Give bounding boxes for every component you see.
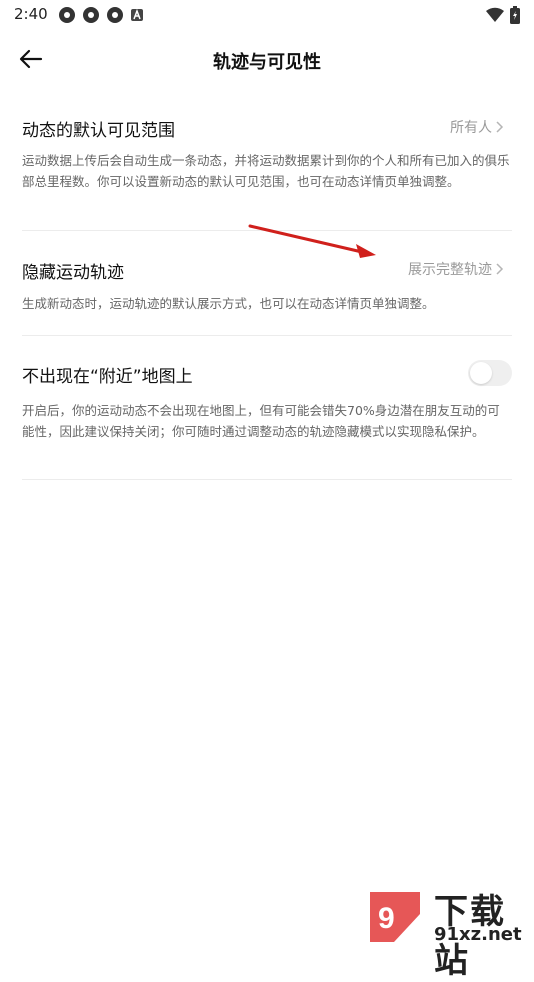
divider — [22, 335, 512, 336]
hide-track-value: 展示完整轨迹 — [408, 262, 492, 278]
nearby-map-toggle[interactable] — [468, 360, 512, 386]
divider — [22, 479, 512, 480]
wifi-icon — [486, 7, 504, 23]
app-notification-icon — [59, 7, 75, 23]
watermark-logo: 9 下载站 91xz.net — [360, 884, 534, 981]
status-time: 2:40 — [14, 5, 48, 23]
app-notification-icon — [107, 7, 123, 23]
app-notification-icon — [83, 7, 99, 23]
section-nearby-map: 不出现在“附近”地图上 开启后，你的运动动态不会出现在地图上，但有可能会错失70… — [22, 360, 512, 480]
chevron-right-icon — [496, 121, 504, 133]
battery-icon — [510, 6, 520, 24]
hide-track-title: 隐藏运动轨迹 — [22, 263, 124, 283]
hide-track-selector[interactable]: 展示完整轨迹 — [408, 259, 504, 279]
a-box-icon — [131, 8, 143, 21]
notification-icons — [58, 6, 144, 24]
app-bar: 轨迹与可见性 — [0, 40, 534, 80]
default-visibility-title: 动态的默认可见范围 — [22, 121, 175, 141]
chevron-right-icon — [496, 263, 504, 275]
default-visibility-description: 运动数据上传后会自动生成一条动态，并将运动数据累计到你的个人和所有已加入的俱乐部… — [22, 153, 510, 189]
annotation-arrow-icon — [248, 224, 376, 258]
default-visibility-value: 所有人 — [450, 120, 492, 136]
hide-track-description: 生成新动态时，运动轨迹的默认展示方式，也可以在动态详情页单独调整。 — [22, 296, 435, 311]
watermark-line2: 91xz.net — [434, 924, 522, 945]
nearby-map-description: 开启后，你的运动动态不会出现在地图上，但有可能会错失70%身边潜在朋友互动的可能… — [22, 403, 500, 439]
page-title: 轨迹与可见性 — [213, 52, 321, 73]
default-visibility-selector[interactable]: 所有人 — [450, 117, 504, 137]
nearby-map-title: 不出现在“附近”地图上 — [22, 367, 193, 387]
toggle-knob — [470, 362, 492, 384]
status-bar: 2:40 — [0, 0, 534, 30]
status-right-icons — [486, 6, 520, 24]
watermark-emblem-icon: 9 — [370, 892, 420, 942]
section-default-visibility: 动态的默认可见范围 所有人 运动数据上传后会自动生成一条动态，并将运动数据累计到… — [22, 112, 512, 232]
svg-text:9: 9 — [378, 902, 395, 935]
section-hide-track: 隐藏运动轨迹 展示完整轨迹 生成新动态时，运动轨迹的默认展示方式，也可以在动态详… — [22, 256, 512, 336]
